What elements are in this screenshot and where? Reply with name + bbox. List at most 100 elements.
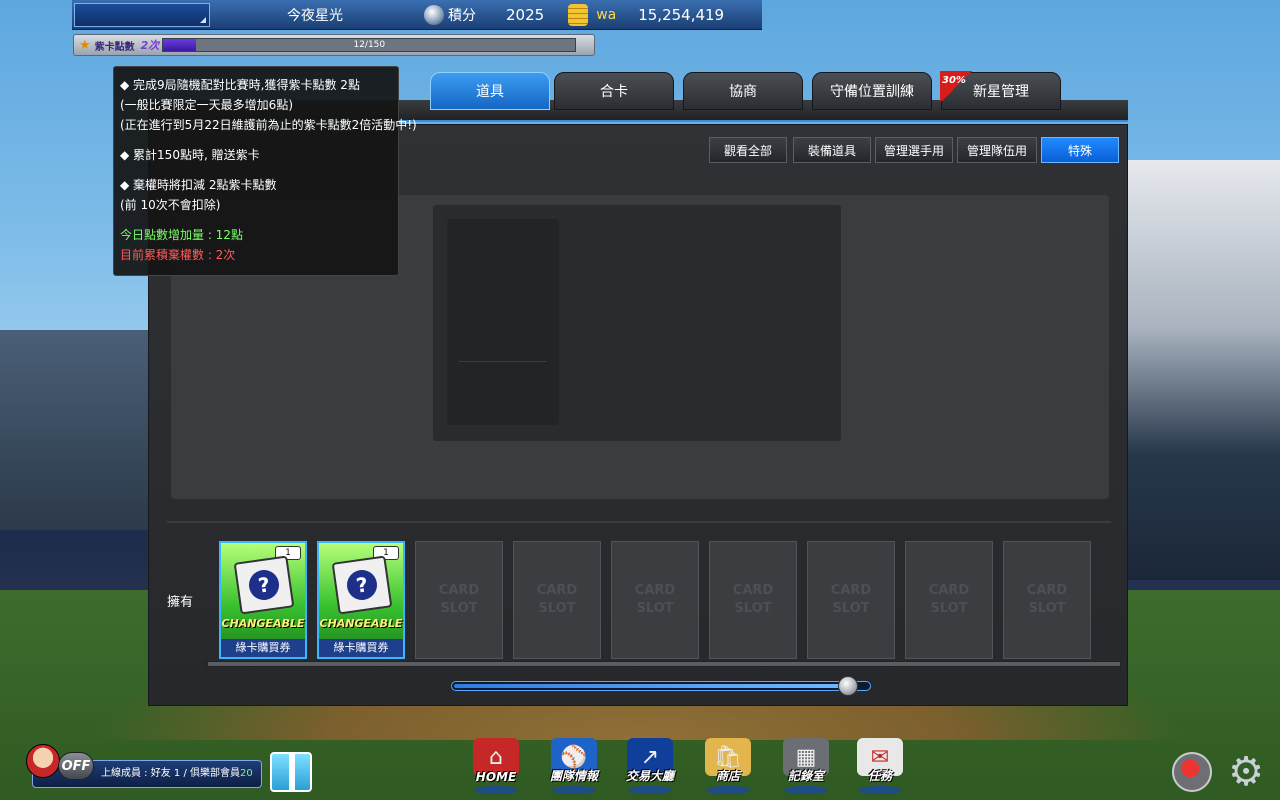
tab-negotiate[interactable]: 協商 <box>683 72 803 110</box>
tab-label: 守備位置訓練 <box>830 84 914 100</box>
purple-points-count: 2次 <box>140 39 160 52</box>
purple-points-label: 紫卡點數 <box>94 41 135 53</box>
tooltip-line: (一般比賽限定一天最多增加6點) <box>120 98 293 112</box>
tooltip-line: (正在進行到5月22日維護前為止的紫卡點數2倍活動中!) <box>120 118 417 132</box>
slot-text: CARD <box>634 583 676 598</box>
inventory-card[interactable]: 1 ? CHANGEABLE 綠卡購買券 <box>317 541 405 659</box>
card-tag: CHANGEABLE <box>319 617 403 630</box>
slot-text: CARD <box>536 583 578 598</box>
tab-label: 協商 <box>729 84 757 100</box>
section-divider <box>167 521 1111 523</box>
slot-text: SLOT <box>832 601 870 616</box>
item-preview <box>433 205 841 441</box>
subtab-label: 特殊 <box>1067 143 1092 158</box>
purple-card-points-bar[interactable]: ★ 紫卡點數 2次 12/150 <box>73 34 595 56</box>
star-icon: ★ <box>79 37 91 53</box>
gear-icon[interactable]: ⚙ <box>1226 752 1266 792</box>
tab-label: 合卡 <box>600 84 628 100</box>
inventory-scrollbar[interactable] <box>451 676 871 696</box>
sound-icon[interactable] <box>1172 752 1212 792</box>
scrollbar-fill <box>454 684 848 688</box>
slot-text: CARD <box>830 583 872 598</box>
nav-mission-button[interactable]: ✉ 任務 <box>850 738 910 794</box>
purple-points-progress-text: 12/150 <box>353 40 386 50</box>
slot-text: SLOT <box>440 601 478 616</box>
inventory-card[interactable]: 1 ? CHANGEABLE 綠卡購買券 <box>219 541 307 659</box>
nav-label: 商店 <box>715 769 740 783</box>
points-icon <box>424 4 444 25</box>
slot-text: SLOT <box>930 601 968 616</box>
tooltip-line: ◆ 完成9局隨機配對比賽時,獲得紫卡點數 2點 <box>120 78 360 92</box>
subtab-view-all[interactable]: 觀看全部 <box>709 137 787 163</box>
tab-rookie-management[interactable]: 30% 新星管理 <box>940 71 1061 110</box>
empty-card-slot[interactable]: CARD SLOT <box>611 541 699 659</box>
today-points: 今日點數增加量 : 12點 <box>120 228 243 242</box>
status-toggle[interactable]: OFF <box>58 752 94 780</box>
subtab-special[interactable]: 特殊 <box>1041 137 1119 163</box>
top-status-bar: 今夜星光 積分 2025 wa 15,254,419 <box>72 0 762 30</box>
nav-team-info-button[interactable]: ⚾ 團隊情報 <box>544 738 604 794</box>
purple-points-progress: 12/150 <box>162 38 577 52</box>
gift-icon[interactable] <box>270 752 312 792</box>
nav-records-button[interactable]: ▦ 記錄室 <box>776 738 836 794</box>
subtab-team-items[interactable]: 管理隊伍用 <box>957 137 1037 163</box>
card-name: 綠卡購買券 <box>221 639 305 657</box>
nav-shop-button[interactable]: 🛍 商店 <box>698 738 758 794</box>
tab-label: 新星管理 <box>973 84 1029 100</box>
currency-label: wa <box>596 6 617 23</box>
currency-value: 15,254,419 <box>638 5 725 24</box>
points-value: 2025 <box>506 5 545 24</box>
tooltip-line: ◆ 棄權時將扣減 2點紫卡點數 <box>120 178 277 192</box>
slot-text: CARD <box>928 583 970 598</box>
nav-label: 任務 <box>867 769 892 783</box>
mystery-player-icon: ? <box>331 555 393 615</box>
forfeit-count: 目前累積棄權數 : 2次 <box>120 248 236 262</box>
slot-text: CARD <box>1026 583 1068 598</box>
nav-label: HOME <box>475 770 517 784</box>
inventory-label: 擁有 <box>167 595 194 610</box>
friends-label: 上線成員 : 好友 <box>101 768 174 779</box>
subtab-label: 觀看全部 <box>723 143 772 158</box>
empty-card-slot[interactable]: CARD SLOT <box>905 541 993 659</box>
tab-combine[interactable]: 合卡 <box>554 72 674 110</box>
discount-badge: 30% <box>940 71 974 101</box>
avatar[interactable] <box>26 744 60 778</box>
divider <box>459 361 547 362</box>
tab-position-training[interactable]: 守備位置訓練 <box>812 72 932 110</box>
club-count: 20 <box>240 768 253 779</box>
slot-text: CARD <box>732 583 774 598</box>
stadium-left-stand <box>0 330 160 530</box>
subtab-label: 管理選手用 <box>883 143 944 158</box>
tab-label: 道具 <box>476 84 504 100</box>
coin-icon <box>568 3 589 26</box>
mystery-player-icon: ? <box>233 555 295 615</box>
team-name: 今夜星光 <box>287 7 343 24</box>
nav-label: 記錄室 <box>787 769 824 783</box>
expand-icon <box>200 16 206 23</box>
club-label: / 俱樂部會員 <box>180 768 241 779</box>
item-preview-card <box>447 219 559 425</box>
points-label: 積分 <box>448 7 476 24</box>
empty-card-slot[interactable]: CARD SLOT <box>513 541 601 659</box>
tooltip-line: (前 10次不會扣除) <box>120 198 221 212</box>
empty-card-slot[interactable]: CARD SLOT <box>1003 541 1091 659</box>
nav-trade-button[interactable]: ↗ 交易大廳 <box>620 738 680 794</box>
card-name: 綠卡購買券 <box>319 639 403 657</box>
subtab-label: 管理隊伍用 <box>966 143 1027 158</box>
slot-text: SLOT <box>538 601 576 616</box>
tooltip-line: ◆ 累計150點時, 贈送紫卡 <box>120 148 260 162</box>
scrollbar-thumb[interactable] <box>838 676 858 696</box>
empty-card-slot[interactable]: CARD SLOT <box>709 541 797 659</box>
slot-text: CARD <box>438 583 480 598</box>
nav-label: 團隊情報 <box>549 769 598 783</box>
tab-items[interactable]: 道具 <box>430 72 550 110</box>
slot-text: SLOT <box>636 601 674 616</box>
empty-card-slot[interactable]: CARD SLOT <box>415 541 503 659</box>
subtab-player-items[interactable]: 管理選手用 <box>875 137 953 163</box>
team-emblem-box[interactable] <box>74 2 210 27</box>
card-rail <box>207 661 1121 667</box>
nav-home-button[interactable]: ⌂ HOME <box>466 738 526 794</box>
subtab-equip-items[interactable]: 裝備道具 <box>793 137 871 163</box>
empty-card-slot[interactable]: CARD SLOT <box>807 541 895 659</box>
slot-text: SLOT <box>1028 601 1066 616</box>
